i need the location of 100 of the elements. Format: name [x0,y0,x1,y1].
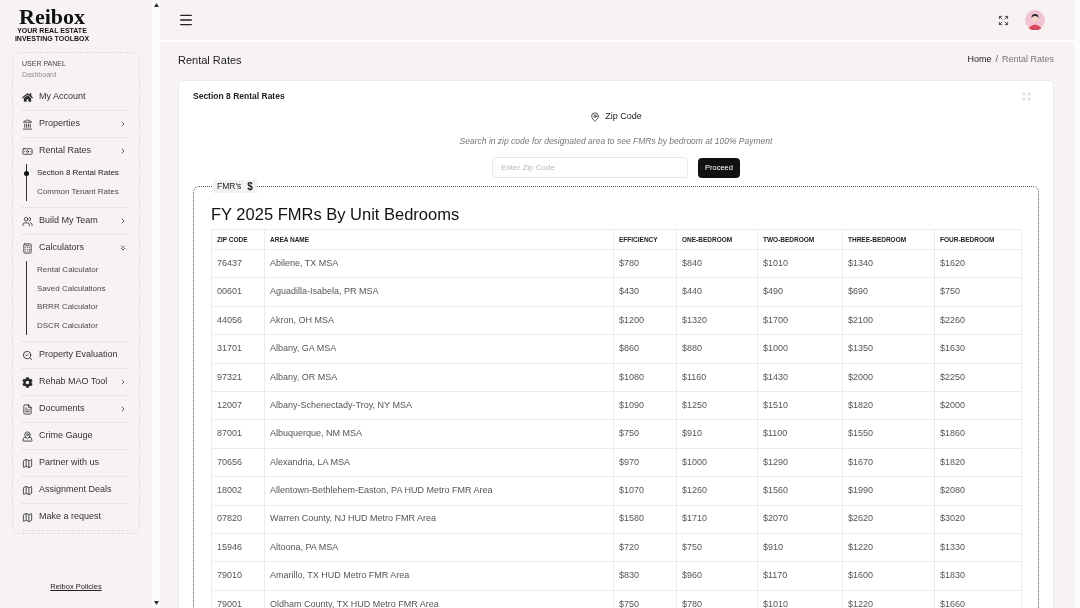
sidebar-item[interactable]: Properties [22,111,130,137]
scrollbar[interactable] [152,0,160,608]
people-icon [22,215,33,227]
table-cell: Alexandria, LA MSA [264,448,614,477]
submenu-item[interactable]: Rental Calculator [37,261,130,280]
sidebar-item[interactable]: Rehab MAO Tool [22,369,130,395]
table-cell: $1320 [676,306,758,335]
table-cell: 76437 [211,249,265,278]
map-icon [22,484,33,496]
table-cell: $690 [842,277,935,307]
table-cell: $430 [613,277,677,307]
currency-symbol: $ [247,180,253,194]
table-cell: $1220 [842,533,935,562]
table-cell: $2250 [934,363,1022,392]
table-cell: $1200 [613,306,677,335]
sidebar-item[interactable]: Partner with us [22,450,130,476]
table-cell: $1010 [757,249,843,278]
map-icon [22,511,33,523]
table-cell: 31701 [211,334,265,364]
avatar-icon[interactable] [1025,10,1045,30]
card-title: Section 8 Rental Rates [193,89,285,103]
table-cell: 79010 [211,561,265,591]
table-cell: $780 [613,249,677,278]
scroll-down-icon[interactable] [153,601,159,605]
breadcrumb-separator: / [995,53,998,67]
table-cell: $1340 [842,249,935,278]
gear-icon [22,376,33,388]
submenu-item[interactable]: BRRR Calculator [37,298,130,317]
table-cell: 00601 [211,277,265,307]
table-cell: $1550 [842,419,935,449]
table-cell: Warren County, NJ HUD Metro FMR Area [264,505,614,534]
table-cell: 70656 [211,448,265,477]
table-cell: Albany, GA MSA [264,334,614,364]
table-cell: $1290 [757,448,843,477]
menu-icon[interactable] [178,12,194,28]
table-cell: $2000 [934,391,1022,420]
map-icon [22,457,33,469]
fullscreen-icon[interactable] [998,14,1009,26]
table-cell: $1090 [613,391,677,420]
table-cell: $1990 [842,476,935,505]
sidebar-item[interactable]: Documents [22,396,130,422]
sidebar-item[interactable]: Rental Rates [22,138,130,164]
bank-icon [22,118,33,130]
table-cell: $860 [613,334,677,364]
table-cell: $1710 [676,505,758,534]
table-cell: 07820 [211,505,265,534]
submenu-item[interactable]: Saved Calculations [37,279,130,298]
sidebar-item[interactable]: Assignment Deals [22,477,130,503]
table-cell: $1860 [934,419,1022,449]
zip-code-input[interactable]: Enter Zip Code [492,157,689,178]
sidebar-item[interactable]: Make a request [22,504,130,530]
table-cell: $1160 [676,363,758,392]
table-cell: $1170 [757,561,843,591]
table-cell: $750 [676,533,758,562]
table-cell: 87001 [211,419,265,449]
calculator-icon [22,242,33,254]
document-icon [22,403,33,415]
table-cell: $440 [676,277,758,307]
banknote-icon [22,145,33,157]
sidebar-item[interactable]: Property Evaluation [22,342,130,368]
table-cell: $1580 [613,505,677,534]
table-cell: 79001 [211,590,265,608]
table-cell: $750 [613,419,677,449]
table-cell: $840 [676,249,758,278]
table-cell: $960 [676,561,758,591]
table-cell: $1620 [934,249,1022,278]
breadcrumb-current: Rental Rates [1001,53,1054,67]
breadcrumb-link[interactable]: Home [967,53,992,67]
table-cell: $970 [613,448,677,477]
submenu-item[interactable]: Common Tenant Rates [37,182,130,201]
table-cell: $880 [676,334,758,364]
table-cell: $3020 [934,505,1022,534]
scroll-up-icon[interactable] [153,3,159,7]
table-cell: 97321 [211,363,265,392]
table-cell: $1000 [757,334,843,364]
table-cell: Albuquerque, NM MSA [264,419,614,449]
sidebar-item[interactable]: Calculators [22,235,130,261]
table-cell: Albany, OR MSA [264,363,614,392]
table-cell: 15946 [211,533,265,562]
table-cell: $1100 [757,419,843,449]
page-title: Rental Rates [178,52,242,68]
table-cell: $1350 [842,334,935,364]
table-cell: $1330 [934,533,1022,562]
sidebar-item[interactable]: My Account [22,84,130,110]
map-pin-icon [22,430,33,442]
sidebar-item[interactable]: Crime Gauge [22,423,130,449]
table-cell: 44056 [211,306,265,335]
submenu-item[interactable]: Section 8 Rental Rates [37,164,130,183]
sidebar-item[interactable]: Build My Team [22,208,130,234]
table-cell: $750 [934,277,1022,307]
table-cell: $1250 [676,391,758,420]
table-cell: $490 [757,277,843,307]
magnifier-icon [22,349,33,361]
search-label: Zip Code [605,110,642,124]
table-cell: Allentown-Bethlehem-Easton, PA HUD Metro FMR Area [264,476,614,505]
table-cell: Akron, OH MSA [264,306,614,335]
submenu-item[interactable]: DSCR Calculator [37,316,130,335]
table-cell: $2070 [757,505,843,534]
table-cell: $1820 [934,448,1022,477]
logo-wordmark: Reibox [19,6,85,27]
